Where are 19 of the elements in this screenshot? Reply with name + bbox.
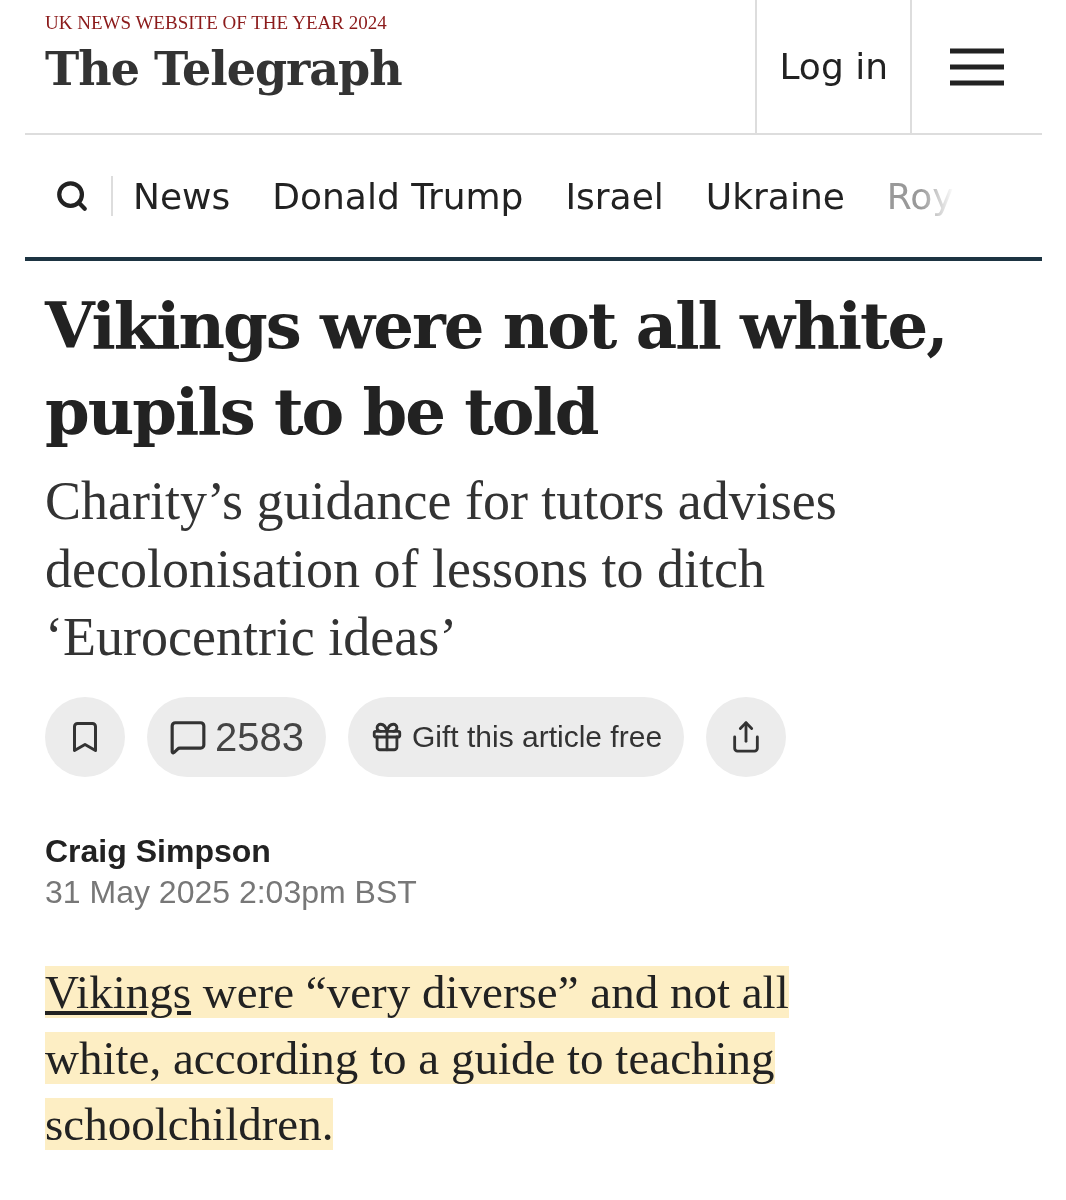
nav-link[interactable]: Ukraine: [705, 175, 845, 217]
award-tagline: UK NEWS WEBSITE OF THE YEAR 2024: [45, 12, 388, 34]
author-name: Craig Simpson: [45, 833, 272, 870]
gift-button[interactable]: Gift this article free: [348, 697, 685, 777]
lead-paragraph: Vikings were “very diverse” and not all white, according to a guide to teaching schoolchildren.: [45, 965, 790, 1152]
login-button[interactable]: Log in: [755, 0, 912, 133]
headline: Vikings were not all white, pupils to be told: [45, 287, 948, 451]
site-logo[interactable]: The Telegraph: [45, 42, 756, 96]
article-link[interactable]: Vikings: [45, 966, 192, 1018]
gift-icon: [370, 720, 404, 754]
speech-bubble-icon: [169, 718, 207, 756]
menu-icon: [950, 47, 1004, 86]
search-icon: [55, 179, 89, 213]
nav-link[interactable]: Israel: [565, 175, 664, 217]
nav-link[interactable]: Donald Trump: [272, 175, 524, 217]
comments-button[interactable]: 2583: [147, 697, 326, 777]
standfirst: Charity’s guidance for tutors advises decolonisation of lessons to ditch ‘Eurocentric ideas’: [45, 470, 838, 669]
nav-link[interactable]: News: [133, 175, 231, 217]
publish-date: 31 May 2025 2:03pm BST: [45, 874, 418, 911]
